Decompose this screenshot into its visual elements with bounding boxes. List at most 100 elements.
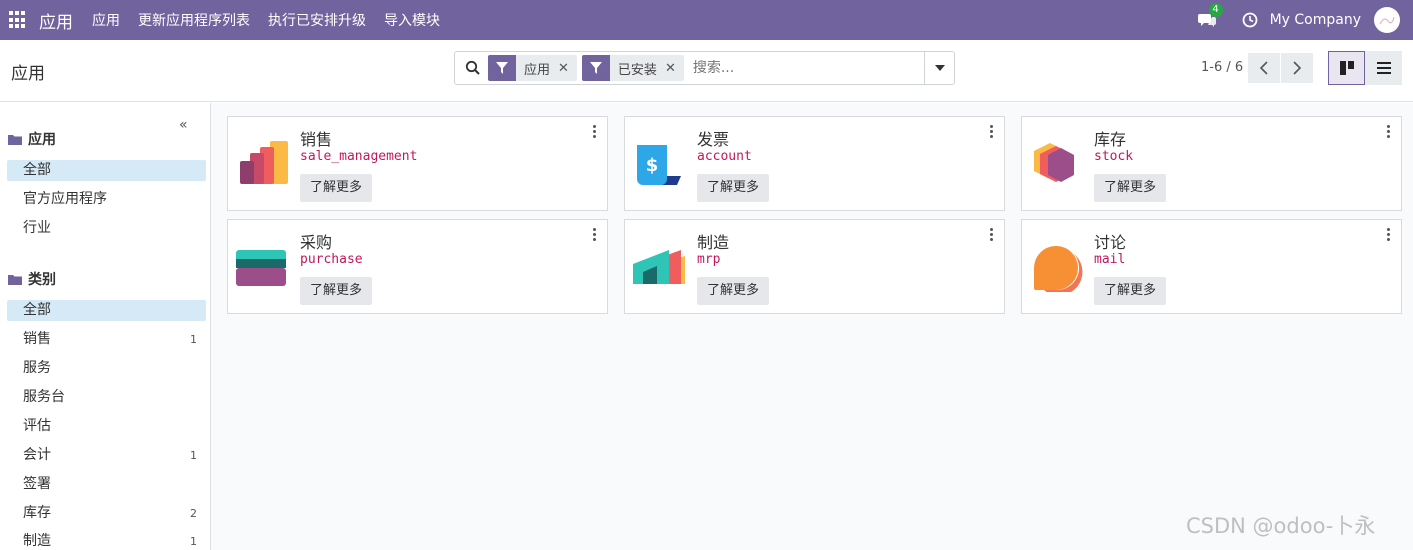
top-navbar: 应用 应用 更新应用程序列表 执行已安排升级 导入模块 4 My Company bbox=[0, 0, 1413, 40]
search-facet-apps: 应用 ✕ bbox=[488, 55, 577, 81]
app-card-discuss[interactable]: 讨论 mail 了解更多 bbox=[1021, 219, 1402, 314]
pager-value[interactable]: 1-6 / 6 bbox=[1201, 60, 1243, 75]
folder-icon bbox=[8, 274, 22, 285]
messages-icon[interactable]: 4 bbox=[1197, 3, 1223, 28]
category-item-accounting[interactable]: 会计 1 bbox=[7, 445, 206, 466]
company-switcher[interactable]: My Company bbox=[1270, 12, 1361, 28]
menu-item-apply-scheduled-upgrades[interactable]: 执行已安排升级 bbox=[259, 10, 375, 30]
app-card-inventory[interactable]: 库存 stock 了解更多 bbox=[1021, 116, 1402, 211]
app-name: 讨论 bbox=[1094, 233, 1127, 252]
category-label: 制造 bbox=[23, 533, 51, 549]
search-input[interactable] bbox=[692, 60, 913, 76]
learn-more-button[interactable]: 了解更多 bbox=[1094, 174, 1167, 202]
app-name: 库存 bbox=[1094, 130, 1127, 149]
category-count: 1 bbox=[190, 449, 197, 462]
menu-item-apps[interactable]: 应用 bbox=[83, 10, 129, 30]
category-label: 库存 bbox=[23, 505, 51, 521]
learn-more-button[interactable]: 了解更多 bbox=[300, 174, 373, 202]
chevron-right-icon bbox=[1293, 61, 1301, 75]
filter-item-all[interactable]: 全部 bbox=[7, 160, 206, 181]
view-switcher bbox=[1328, 51, 1402, 85]
navbar-systray: 4 My Company bbox=[1197, 0, 1413, 40]
folder-icon bbox=[8, 134, 22, 145]
category-item-appraisals[interactable]: 评估 bbox=[7, 416, 206, 437]
kanban-view-button[interactable] bbox=[1328, 51, 1365, 85]
learn-more-button[interactable]: 了解更多 bbox=[697, 277, 770, 305]
filter-item-official-apps[interactable]: 官方应用程序 bbox=[7, 189, 206, 210]
list-view-button[interactable] bbox=[1365, 51, 1402, 85]
kanban-view: 销售 sale_management 了解更多 $ 发票 account 了解更… bbox=[211, 103, 1413, 550]
app-technical-name: mail bbox=[1094, 252, 1126, 267]
app-card-invoicing[interactable]: $ 发票 account 了解更多 bbox=[624, 116, 1005, 211]
inventory-icon bbox=[1030, 139, 1084, 189]
category-item-all[interactable]: 全部 bbox=[7, 300, 206, 321]
remove-facet-icon[interactable]: ✕ bbox=[558, 61, 577, 76]
filter-item-industries[interactable]: 行业 bbox=[7, 218, 206, 239]
menu-item-update-app-list[interactable]: 更新应用程序列表 bbox=[129, 10, 259, 30]
category-label: 评估 bbox=[23, 418, 51, 434]
category-label: 签署 bbox=[23, 476, 51, 492]
app-technical-name: sale_management bbox=[300, 149, 418, 164]
app-technical-name: account bbox=[697, 149, 752, 164]
section-header-categories: 类别 bbox=[8, 269, 56, 289]
list-icon bbox=[1376, 62, 1391, 74]
pager-buttons bbox=[1248, 53, 1313, 83]
app-name: 制造 bbox=[697, 233, 730, 252]
app-name: 发票 bbox=[697, 130, 730, 149]
learn-more-button[interactable]: 了解更多 bbox=[300, 277, 373, 305]
app-card-sales[interactable]: 销售 sale_management 了解更多 bbox=[227, 116, 608, 211]
app-card-manufacturing[interactable]: 制造 mrp 了解更多 bbox=[624, 219, 1005, 314]
menu-item-import-module[interactable]: 导入模块 bbox=[375, 10, 449, 30]
section-header-apps: 应用 bbox=[8, 129, 56, 149]
search-options-toggle[interactable] bbox=[924, 52, 954, 84]
category-item-sign[interactable]: 签署 bbox=[7, 474, 206, 495]
card-dropdown-icon[interactable] bbox=[593, 125, 597, 139]
collapse-panel-button[interactable]: « bbox=[179, 117, 188, 133]
category-label: 服务台 bbox=[23, 389, 65, 405]
category-count: 1 bbox=[190, 333, 197, 346]
app-grid-icon[interactable] bbox=[9, 11, 27, 29]
card-dropdown-icon[interactable] bbox=[593, 228, 597, 242]
card-dropdown-icon[interactable] bbox=[990, 125, 994, 139]
activity-clock-icon[interactable] bbox=[1242, 12, 1258, 28]
section-title: 应用 bbox=[28, 132, 56, 148]
app-card-purchase[interactable]: 采购 purchase 了解更多 bbox=[227, 219, 608, 314]
remove-facet-icon[interactable]: ✕ bbox=[665, 61, 684, 76]
facet-label: 已安装 bbox=[617, 62, 657, 78]
section-title: 类别 bbox=[28, 272, 56, 288]
filter-label: 行业 bbox=[23, 220, 51, 236]
card-dropdown-icon[interactable] bbox=[1387, 125, 1391, 139]
user-avatar[interactable] bbox=[1374, 7, 1400, 33]
search-panel: « 应用 全部 官方应用程序 行业 类别 全部 销售 1 服务 服务台 评估 会计… bbox=[0, 103, 211, 550]
category-label: 服务 bbox=[23, 360, 51, 376]
app-name: 销售 bbox=[300, 130, 333, 149]
control-panel: 应用 应用 ✕ 已安装 ✕ 1-6 / 6 bbox=[0, 40, 1413, 102]
invoice-icon: $ bbox=[633, 139, 687, 189]
card-dropdown-icon[interactable] bbox=[1387, 228, 1391, 242]
navbar-brand[interactable]: 应用 bbox=[39, 8, 73, 33]
filter-icon bbox=[488, 55, 516, 81]
learn-more-button[interactable]: 了解更多 bbox=[1094, 277, 1167, 305]
category-item-sales[interactable]: 销售 1 bbox=[7, 329, 206, 350]
learn-more-button[interactable]: 了解更多 bbox=[697, 174, 770, 202]
navbar-menu: 应用 更新应用程序列表 执行已安排升级 导入模块 bbox=[83, 10, 449, 30]
app-technical-name: mrp bbox=[697, 252, 721, 267]
kanban-icon bbox=[1339, 61, 1354, 75]
svg-text:$: $ bbox=[646, 155, 659, 176]
category-label: 销售 bbox=[23, 331, 51, 347]
watermark: CSDN @odoo-卜永 bbox=[1186, 514, 1376, 538]
category-item-services[interactable]: 服务 bbox=[7, 358, 206, 379]
card-dropdown-icon[interactable] bbox=[990, 228, 994, 242]
app-technical-name: purchase bbox=[300, 252, 363, 267]
category-item-helpdesk[interactable]: 服务台 bbox=[7, 387, 206, 408]
pager-next-button[interactable] bbox=[1281, 53, 1313, 83]
pager-previous-button[interactable] bbox=[1248, 53, 1280, 83]
category-item-inventory[interactable]: 库存 2 bbox=[7, 503, 206, 524]
chevron-left-icon bbox=[1260, 61, 1268, 75]
page-title: 应用 bbox=[11, 64, 45, 84]
search-bar[interactable]: 应用 ✕ 已安装 ✕ bbox=[454, 51, 955, 85]
filter-icon bbox=[581, 55, 610, 81]
category-label: 全部 bbox=[23, 302, 51, 318]
category-item-manufacturing[interactable]: 制造 1 bbox=[7, 531, 206, 550]
discuss-icon bbox=[1030, 242, 1084, 296]
